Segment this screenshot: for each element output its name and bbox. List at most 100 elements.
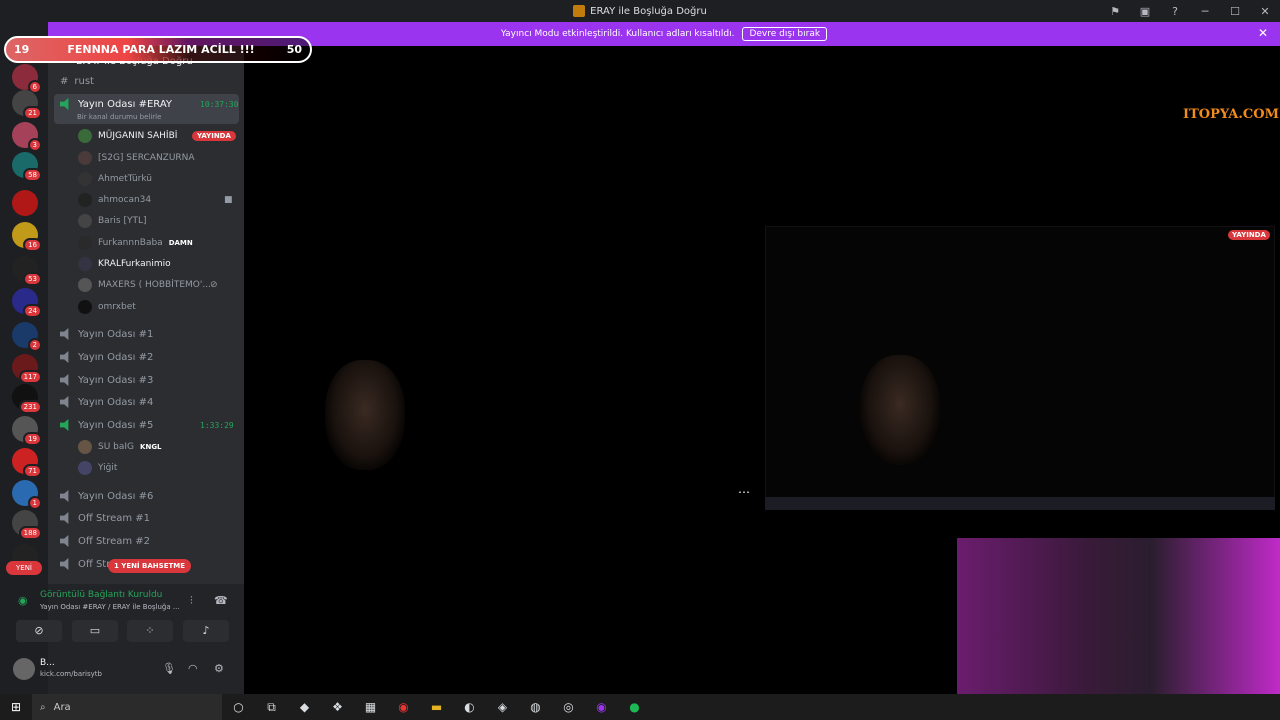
server-icon[interactable]: 188 [12, 510, 42, 540]
server-icon[interactable]: 231 [12, 384, 42, 414]
minimize-button[interactable]: ─ [1190, 5, 1220, 18]
badge: 1 [27, 496, 42, 510]
disconnect-icon[interactable]: ☎ [214, 594, 228, 607]
voice-user[interactable]: omrxbet [78, 299, 136, 315]
server-icon[interactable]: 71 [12, 448, 42, 478]
steam-icon[interactable]: ◐ [453, 700, 486, 714]
avatar [78, 300, 92, 314]
close-window-button[interactable]: ✕ [1250, 5, 1280, 18]
voice-user[interactable]: FurkannnBaba DAMN [78, 235, 193, 251]
activities-button[interactable]: ⁘ [127, 620, 173, 642]
server-icon[interactable]: 1 [12, 480, 42, 510]
server-icon[interactable]: 6 [12, 64, 42, 94]
channel-label: Off Str [78, 558, 111, 570]
discord-icon[interactable]: ◉ [585, 700, 618, 714]
speaker-icon [60, 490, 69, 502]
server-icon[interactable]: 16 [12, 222, 42, 252]
app-icon[interactable]: ◈ [486, 700, 519, 714]
noise-suppression-icon[interactable]: ⫶ [190, 594, 193, 608]
chrome-icon[interactable]: ◉ [387, 700, 420, 714]
server-icon[interactable]: 53 [12, 256, 42, 286]
speaker-icon [60, 512, 69, 524]
voice-user[interactable]: Baris [YTL] [78, 213, 146, 229]
channel-status[interactable]: Bir kanal durumu belirle [77, 113, 161, 121]
screen-icon[interactable]: ▣ [1130, 5, 1160, 18]
voice-channel[interactable]: Yayın Odası #2 [60, 348, 153, 366]
close-icon[interactable]: ✕ [1258, 26, 1268, 40]
user-name: omrxbet [98, 302, 136, 312]
text-channel-rust[interactable]: # rust [60, 72, 94, 90]
badge: 231 [18, 400, 42, 414]
voice-channel-path[interactable]: Yayın Odası #ERAY / ERAY ile Boşluğa ... [40, 603, 180, 611]
channel-label: Off Stream #1 [78, 512, 151, 524]
voice-channel[interactable]: Off Stream #2 [60, 532, 150, 550]
voice-channel[interactable]: Yayın Odası #6 [60, 487, 153, 505]
server-icon[interactable]: 24 [12, 288, 42, 318]
voice-user[interactable]: SU baIG KNGL [78, 439, 162, 455]
server-icon[interactable]: 19 [12, 416, 42, 446]
user-name: KRALFurkanimio [98, 259, 171, 269]
gear-icon[interactable]: ⚙ [214, 662, 224, 675]
voice-channel-5[interactable]: Yayın Odası #5 1:33:29 [60, 416, 234, 434]
voice-channel[interactable]: Yayın Odası #4 [60, 393, 153, 411]
headphones-icon[interactable]: ◠ [188, 662, 198, 675]
app-icon[interactable]: ◍ [519, 700, 552, 714]
user-name: SU baIG [98, 442, 135, 452]
server-icon[interactable]: 117 [12, 354, 42, 384]
voice-user[interactable]: ahmocan34 ■ [78, 192, 233, 208]
maximize-button[interactable]: ☐ [1220, 5, 1250, 18]
new-unread-pill[interactable]: YENİ [6, 561, 42, 575]
app-icon[interactable]: ◆ [288, 700, 321, 714]
spotify-icon[interactable]: ● [618, 700, 651, 714]
voice-channel[interactable]: Yayın Odası #3 [60, 371, 153, 389]
soundboard-button[interactable]: ♪ [183, 620, 229, 642]
user-name: B... [40, 658, 55, 668]
voice-user[interactable]: AhmetTürkü [78, 171, 152, 187]
windows-taskbar: ⊞ ⌕ Ara ○ ⧉ ◆ ❖ ▦ ◉ ▬ ◐ ◈ ◍ ◎ ◉ ● [0, 694, 1280, 720]
avatar [78, 440, 92, 454]
new-mention-pill[interactable]: 1 YENİ BAHSETME [108, 559, 192, 573]
server-icon[interactable]: 58 [12, 152, 42, 182]
cortana-icon[interactable]: ○ [222, 700, 255, 714]
search-box[interactable]: ⌕ Ara [32, 694, 222, 720]
app-icon[interactable]: ◎ [552, 700, 585, 714]
voice-channel-eray[interactable]: Yayın Odası #ERAY 10:37:30 [60, 95, 239, 113]
voice-user[interactable]: MÜJGANIN SAHİBİ YAYINDA [78, 128, 236, 144]
camera-off-button[interactable]: ⊘ [16, 620, 62, 642]
screen-share-button[interactable]: ▭ [72, 620, 118, 642]
microphone-icon[interactable]: 🎙 [162, 662, 176, 675]
server-icon[interactable]: 3 [12, 122, 42, 152]
voice-channel[interactable]: Off Str [60, 555, 110, 573]
more-icon[interactable]: ⋯ [738, 485, 750, 499]
inbox-icon[interactable]: ⚑ [1100, 5, 1130, 18]
user-name: FurkannnBaba [98, 238, 163, 248]
voice-channel[interactable]: Off Stream #1 [60, 509, 150, 527]
store-icon[interactable]: ▦ [354, 700, 387, 714]
app-icon [573, 5, 586, 17]
goal-target: 50 [286, 43, 302, 56]
windows-icon[interactable]: ⊞ [0, 700, 32, 714]
badge: 71 [23, 464, 42, 478]
copilot-icon[interactable]: ❖ [321, 700, 354, 714]
server-icon[interactable] [12, 190, 38, 216]
avatar [78, 129, 92, 143]
muted-icon: ⊘ [210, 280, 218, 290]
badge: 58 [23, 168, 42, 182]
folder-icon[interactable]: ▬ [420, 700, 453, 714]
voice-user[interactable]: MAXERS ( HOBBİTEMO'... ⊘ [78, 277, 218, 293]
server-icon[interactable]: 2 [12, 322, 42, 352]
voice-user[interactable]: [S2G] SERCANZURNA [78, 150, 195, 166]
badge: 24 [23, 304, 42, 318]
video-icon: ■ [224, 195, 233, 205]
screen-share-tile[interactable] [765, 226, 1275, 510]
voice-user[interactable]: KRALFurkanimio [78, 256, 171, 272]
task-view-icon[interactable]: ⧉ [255, 700, 288, 715]
help-icon[interactable]: ? [1160, 5, 1190, 18]
avatar[interactable] [13, 658, 35, 680]
badge: 2 [27, 338, 42, 352]
voice-channel[interactable]: Yayın Odası #1 [60, 325, 153, 343]
stream-video-left[interactable] [325, 360, 405, 470]
disable-button[interactable]: Devre dışı bırak [742, 27, 828, 41]
voice-user[interactable]: Yiğit [78, 460, 117, 476]
server-icon[interactable]: 21 [12, 90, 42, 120]
